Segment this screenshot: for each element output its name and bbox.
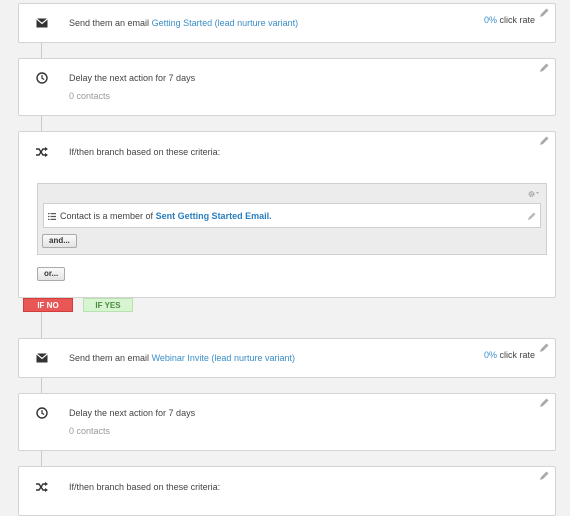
pencil-icon[interactable] [539,343,549,353]
email-step[interactable]: Send them an email Getting Started (lead… [18,3,556,43]
click-rate: 0% click rate [484,15,535,25]
criteria-group: Contact is a member of Sent Getting Star… [37,183,547,255]
email-link[interactable]: Getting Started (lead nurture variant) [152,18,299,28]
branch-step-title: If/then branch based on these criteria: [69,147,221,157]
connector-line [41,42,42,58]
pencil-icon[interactable] [539,136,549,146]
click-rate-label: click rate [499,350,535,360]
and-button[interactable]: and... [42,234,77,248]
email-step-prefix: Send them an email [69,353,150,363]
delay-step[interactable]: Delay the next action for 7 days 0 conta… [18,58,556,116]
if-yes-tag[interactable]: IF YES [83,298,133,312]
email-step-title: Send them an email Getting Started (lead… [69,18,298,28]
click-rate-value: 0% [483,15,497,25]
connector-line [41,115,42,132]
delay-contact-count: 0 contacts [69,426,111,436]
list-icon [48,212,56,220]
branch-step-title: If/then branch based on these criteria: [69,482,221,492]
delay-contact-count: 0 contacts [69,91,111,101]
connector-line [41,377,42,393]
gear-icon[interactable] [528,190,539,198]
branch-step[interactable]: If/then branch based on these criteria: [18,466,556,516]
clock-icon [36,407,48,419]
pencil-icon[interactable] [539,63,549,73]
condition-list-link[interactable]: Sent Getting Started Email. [156,211,272,221]
click-rate-value: 0% [483,350,497,360]
pencil-icon[interactable] [539,471,549,481]
email-step[interactable]: Send them an email Webinar Invite (lead … [18,338,556,378]
delay-step-title: Delay the next action for 7 days [69,73,196,83]
delay-step[interactable]: Delay the next action for 7 days 0 conta… [18,393,556,451]
pencil-icon[interactable] [527,212,536,221]
criteria-condition[interactable]: Contact is a member of Sent Getting Star… [43,203,541,228]
pencil-icon[interactable] [539,8,549,18]
condition-text: Contact is a member of Sent Getting Star… [60,211,272,221]
clock-icon [36,72,48,84]
shuffle-icon [36,482,48,494]
connector-line [41,450,42,467]
or-button[interactable]: or... [37,267,66,281]
click-rate: 0% click rate [484,350,535,360]
email-link[interactable]: Webinar Invite (lead nurture variant) [152,353,295,363]
envelope-icon [36,18,48,30]
connector-line [41,312,42,339]
pencil-icon[interactable] [539,398,549,408]
email-step-title: Send them an email Webinar Invite (lead … [69,353,295,363]
envelope-icon [36,353,48,365]
click-rate-label: click rate [499,15,535,25]
if-no-tag[interactable]: IF NO [23,298,73,312]
branch-step[interactable]: If/then branch based on these criteria: … [18,131,556,298]
delay-step-title: Delay the next action for 7 days [69,408,196,418]
condition-prefix: Contact is a member of [60,211,154,221]
shuffle-icon [36,147,48,159]
email-step-prefix: Send them an email [69,18,150,28]
